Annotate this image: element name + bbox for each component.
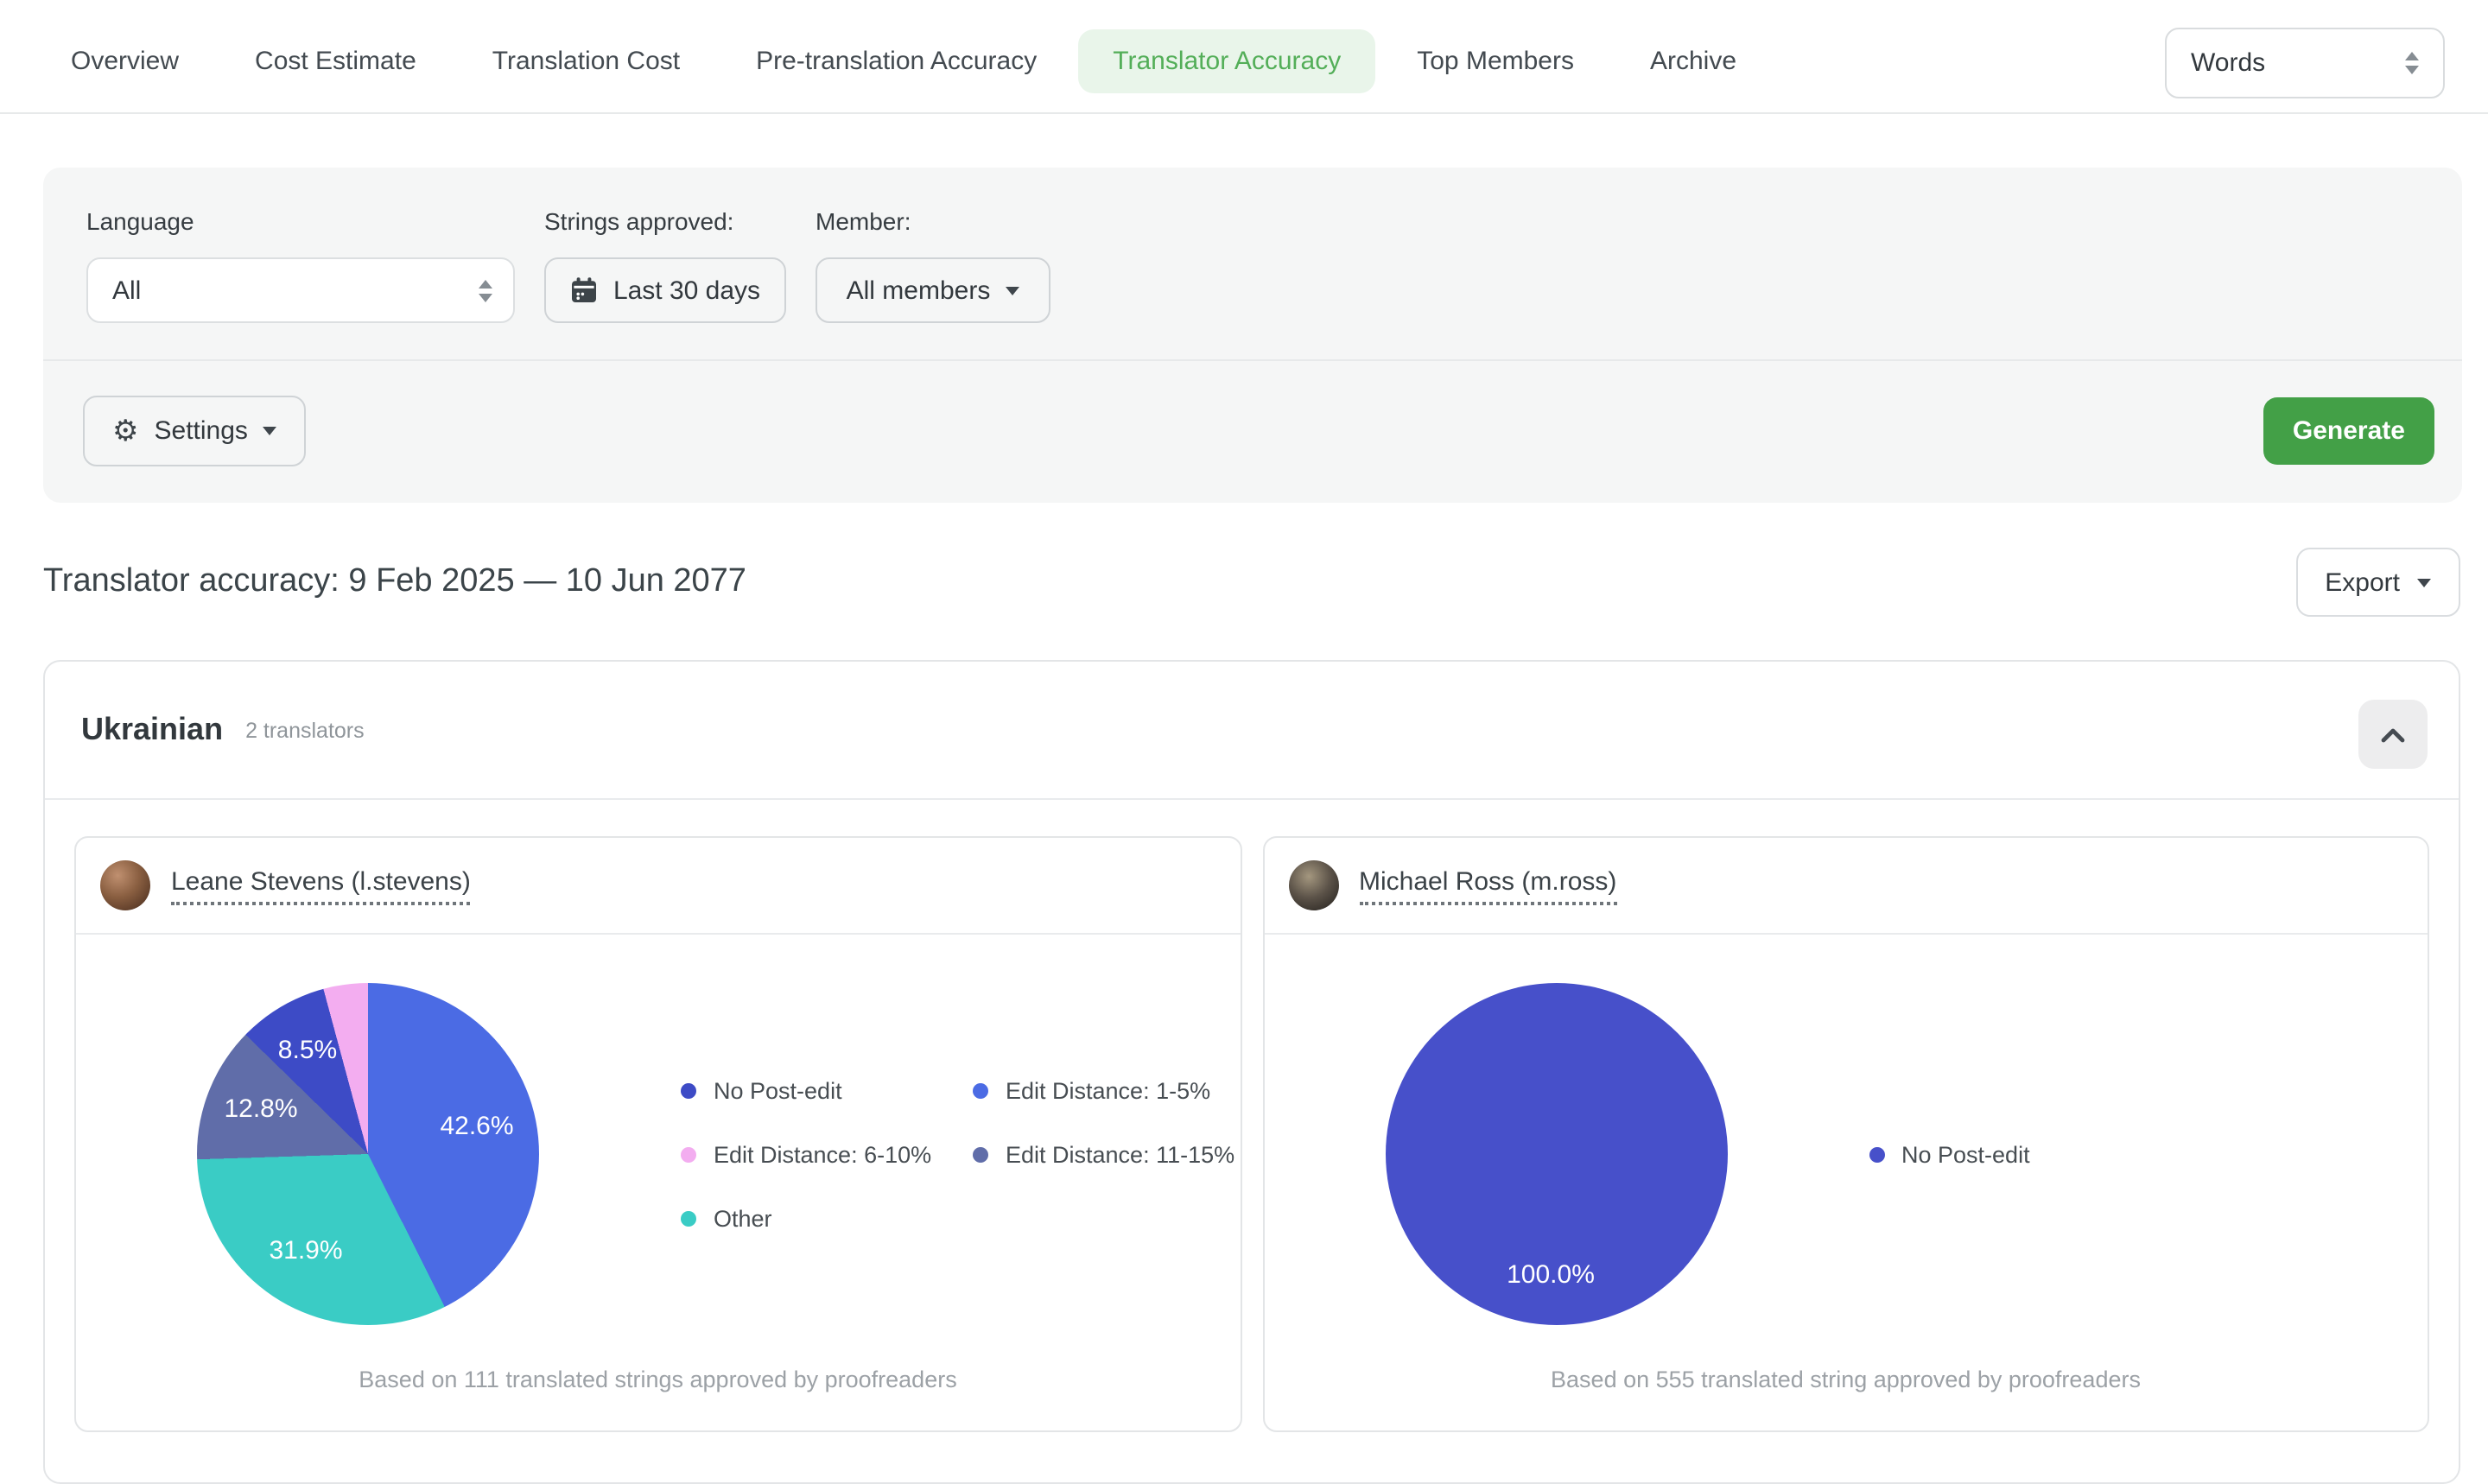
- pie-slice-label: 100.0%: [1507, 1260, 1595, 1290]
- legend-item[interactable]: No Post-edit: [681, 1077, 973, 1103]
- tab-cost-estimate[interactable]: Cost Estimate: [220, 29, 451, 93]
- date-range-value: Last 30 days: [613, 276, 760, 305]
- chart-footer: Based on 111 translated strings approved…: [76, 1342, 1240, 1430]
- export-button-label: Export: [2325, 568, 2400, 597]
- member-label: Member:: [816, 207, 1050, 235]
- translator-name-link[interactable]: Leane Stevens (l.stevens): [171, 866, 471, 904]
- settings-button[interactable]: ⚙ Settings: [83, 396, 307, 466]
- pie-slice-label: 8.5%: [278, 1036, 337, 1065]
- legend-label: Other: [714, 1205, 772, 1231]
- language-name: Ukrainian: [81, 712, 223, 748]
- legend-label: No Post-edit: [1901, 1141, 2030, 1167]
- legend-item[interactable]: Edit Distance: 11-15%: [973, 1141, 1234, 1167]
- report-filter-panel: Language Strings approved: Member: All: [43, 168, 2462, 503]
- filter-controls-row: All Last 30 days All members: [43, 257, 2462, 323]
- chart-legend: No Post-edit: [1869, 1141, 2161, 1167]
- translator-card-header: Michael Ross (m.ross): [1264, 838, 2428, 935]
- avatar: [100, 860, 150, 910]
- legend-dot: [973, 1146, 988, 1162]
- chart-footer-text: Based on 555 translated string approved …: [1551, 1367, 2141, 1392]
- legend-label: No Post-edit: [714, 1077, 842, 1103]
- select-arrows-icon: [2405, 52, 2419, 74]
- legend-label: Edit Distance: 6-10%: [714, 1141, 931, 1167]
- language-card-header: Ukrainian 2 translators: [45, 662, 2459, 798]
- gear-icon: ⚙: [112, 416, 139, 446]
- panel-actions-row: ⚙ Settings Generate: [43, 361, 2462, 503]
- report-tabs: Overview Cost Estimate Translation Cost …: [36, 29, 1771, 93]
- calendar-icon: [570, 276, 598, 304]
- report-title-row: Translator accuracy: 9 Feb 2025 — 10 Jun…: [43, 548, 2460, 617]
- member-select-button[interactable]: All members: [816, 257, 1050, 323]
- avatar: [1288, 860, 1338, 910]
- strings-approved-label: Strings approved:: [544, 207, 786, 235]
- tab-translator-accuracy[interactable]: Translator Accuracy: [1078, 29, 1375, 93]
- chart-footer-text: Based on 111 translated strings approved…: [359, 1367, 956, 1392]
- pie-chart-area: 100.0% No Post-edit: [1264, 935, 2428, 1342]
- caret-down-icon: [1006, 286, 1019, 295]
- translator-card: Leane Stevens (l.stevens) 42.6% 31.9% 12.8…: [74, 836, 1241, 1432]
- translator-cards-row: Leane Stevens (l.stevens) 42.6% 31.9% 12.8…: [45, 800, 2459, 1482]
- legend-label: Edit Distance: 1-5%: [1006, 1077, 1210, 1103]
- collapse-section-button[interactable]: [2358, 700, 2428, 769]
- pie-chart[interactable]: 42.6% 31.9% 12.8% 8.5%: [197, 983, 539, 1325]
- language-label: Language: [86, 207, 515, 235]
- select-arrows-icon: [479, 279, 492, 301]
- tab-pre-translation-accuracy[interactable]: Pre-translation Accuracy: [721, 29, 1071, 93]
- pie-slice-label: 12.8%: [224, 1094, 297, 1124]
- legend-item[interactable]: No Post-edit: [1869, 1141, 2161, 1167]
- legend-item[interactable]: Edit Distance: 1-5%: [973, 1077, 1234, 1103]
- legend-label: Edit Distance: 11-15%: [1006, 1141, 1234, 1167]
- legend-dot: [973, 1082, 988, 1098]
- legend-dot: [681, 1210, 696, 1226]
- translator-card-header: Leane Stevens (l.stevens): [76, 838, 1240, 935]
- pie-chart-area: 42.6% 31.9% 12.8% 8.5% No Post-edit Edit Dis…: [76, 935, 1240, 1342]
- translators-count: 2 translators: [245, 718, 365, 742]
- caret-down-icon: [2417, 578, 2431, 587]
- legend-dot: [681, 1146, 696, 1162]
- pie-slice-label: 42.6%: [440, 1112, 513, 1141]
- pie-chart[interactable]: 100.0%: [1385, 983, 1727, 1325]
- language-card-ukrainian: Ukrainian 2 translators Leane Stevens (l…: [43, 660, 2460, 1484]
- legend-item[interactable]: Edit Distance: 6-10%: [681, 1141, 973, 1167]
- legend-dot: [681, 1082, 696, 1098]
- pie-slice-label: 31.9%: [269, 1236, 342, 1265]
- settings-button-label: Settings: [155, 416, 248, 446]
- language-select[interactable]: All: [86, 257, 515, 323]
- tab-translation-cost[interactable]: Translation Cost: [458, 29, 714, 93]
- chart-legend: No Post-edit Edit Distance: 1-5% Edit Dist…: [681, 1077, 1234, 1231]
- tab-overview[interactable]: Overview: [36, 29, 213, 93]
- tab-top-members[interactable]: Top Members: [1382, 29, 1609, 93]
- legend-dot: [1869, 1146, 1884, 1162]
- caret-down-icon: [263, 427, 277, 435]
- member-select-value: All members: [847, 276, 991, 305]
- legend-item[interactable]: Other: [681, 1205, 973, 1231]
- report-tabs-bar: Overview Cost Estimate Translation Cost …: [0, 0, 2488, 114]
- language-select-value: All: [112, 276, 141, 305]
- report-unit-value: Words: [2191, 48, 2265, 78]
- report-unit-select[interactable]: Words: [2165, 28, 2445, 98]
- filter-labels-row: Language Strings approved: Member:: [43, 207, 2462, 257]
- report-title: Translator accuracy: 9 Feb 2025 — 10 Jun…: [43, 563, 746, 601]
- report-page: Overview Cost Estimate Translation Cost …: [0, 0, 2488, 1479]
- chevron-up-icon: [2381, 726, 2405, 742]
- chart-footer: Based on 555 translated string approved …: [1264, 1342, 2428, 1430]
- generate-button[interactable]: Generate: [2263, 397, 2434, 465]
- translator-name-link[interactable]: Michael Ross (m.ross): [1359, 866, 1616, 904]
- date-range-button[interactable]: Last 30 days: [544, 257, 786, 323]
- tab-archive[interactable]: Archive: [1615, 29, 1771, 93]
- translator-card: Michael Ross (m.ross) 100.0% No Post-edi…: [1262, 836, 2429, 1432]
- export-button[interactable]: Export: [2295, 548, 2460, 617]
